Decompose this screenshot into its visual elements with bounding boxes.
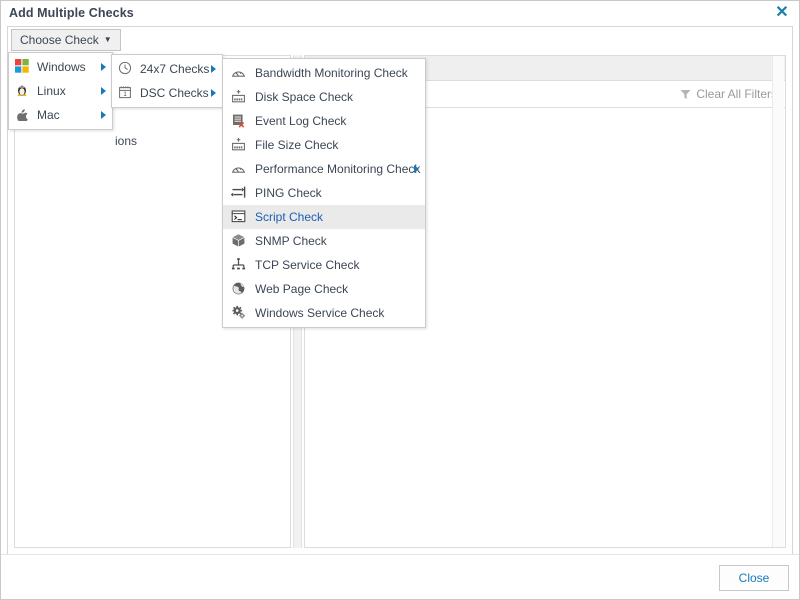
grid-vertical-scrollbar[interactable]: [772, 56, 784, 547]
chevron-right-icon: [414, 165, 419, 173]
chevron-right-icon: [101, 63, 106, 71]
menu-item-label: Performance Monitoring Check: [255, 162, 421, 176]
menu-item-label: 24x7 Checks: [140, 62, 210, 76]
menu-item-file-size-check[interactable]: File Size Check: [223, 133, 425, 157]
menu-item-label: Script Check: [255, 210, 324, 224]
menu-item-event-log-check[interactable]: Event Log Check: [223, 109, 425, 133]
clock-icon: [118, 61, 134, 77]
menu-item-label: File Size Check: [255, 138, 339, 152]
menu-item-label: Event Log Check: [255, 114, 347, 128]
console-icon: [231, 209, 247, 225]
choose-check-label: Choose Check: [20, 33, 99, 47]
menu-item-ping-check[interactable]: PING Check: [223, 181, 425, 205]
menu-item-linux[interactable]: Linux: [9, 79, 112, 103]
menu-item-label: DSC Checks: [140, 86, 209, 100]
dialog-toolbar: Choose Check ▼: [8, 27, 792, 53]
menu-item-windows-service-check[interactable]: Windows Service Check: [223, 301, 425, 325]
close-x-icon[interactable]: ✕: [773, 4, 791, 22]
file-size-icon: [231, 137, 247, 153]
dialog-title: Add Multiple Checks: [9, 6, 134, 20]
globe-icon: [231, 281, 247, 297]
close-button[interactable]: Close: [719, 565, 789, 591]
clear-all-filters-label: Clear All Filters: [696, 87, 777, 101]
menu-item-label: SNMP Check: [255, 234, 327, 248]
menu-item-label: Bandwidth Monitoring Check: [255, 66, 408, 80]
menu-item-label: Windows Service Check: [255, 306, 385, 320]
funnel-icon: [680, 89, 691, 100]
box-icon: [231, 233, 247, 249]
menu-item-script-check[interactable]: Script Check: [223, 205, 425, 229]
menu-item-24x7-checks[interactable]: 24x7 Checks: [112, 57, 222, 81]
disk-plus-icon: [231, 89, 247, 105]
menu-item-disk-space-check[interactable]: Disk Space Check: [223, 85, 425, 109]
windows-logo-icon: [15, 59, 31, 75]
menu-item-label: Disk Space Check: [255, 90, 354, 104]
chevron-right-icon: [101, 87, 106, 95]
menu-check-category[interactable]: 24x7 Checks 1 DSC Checks: [111, 54, 223, 108]
menu-item-label: TCP Service Check: [255, 258, 360, 272]
dialog-titlebar: Add Multiple Checks ✕: [1, 1, 799, 26]
menu-item-label: Mac: [37, 108, 60, 122]
menu-item-snmp-check[interactable]: SNMP Check: [223, 229, 425, 253]
chevron-down-icon: ▼: [103, 35, 112, 44]
menu-item-windows[interactable]: Windows: [9, 55, 112, 79]
chevron-right-icon: [101, 111, 106, 119]
dialog-footer: Close: [1, 554, 799, 599]
menu-item-mac[interactable]: Mac: [9, 103, 112, 127]
menu-item-label: PING Check: [255, 186, 322, 200]
clear-all-filters-button[interactable]: Clear All Filters: [680, 85, 777, 103]
menu-item-label: Windows: [37, 60, 86, 74]
event-log-icon: [231, 113, 247, 129]
menu-platform[interactable]: Windows Linux Mac: [8, 52, 113, 130]
ping-arrows-icon: [231, 185, 247, 201]
menu-item-tcp-service-check[interactable]: TCP Service Check: [223, 253, 425, 277]
menu-check-types[interactable]: Bandwidth Monitoring Check Disk Space Ch…: [222, 58, 426, 328]
gauge-icon: [231, 65, 247, 81]
chevron-right-icon: [211, 65, 216, 73]
network-node-icon: [231, 257, 247, 273]
menu-item-dsc-checks[interactable]: 1 DSC Checks: [112, 81, 222, 105]
choose-check-button[interactable]: Choose Check ▼: [11, 29, 121, 51]
chevron-right-icon: [211, 89, 216, 97]
menu-item-performance-monitoring-check[interactable]: Performance Monitoring Check: [223, 157, 425, 181]
menu-item-label: Linux: [37, 84, 66, 98]
gears-icon: [231, 305, 247, 321]
calendar-icon: 1: [118, 85, 134, 101]
left-panel-partial-label: ions: [115, 134, 138, 148]
linux-penguin-icon: [15, 83, 31, 99]
apple-logo-icon: [15, 107, 31, 123]
gauge-icon: [231, 161, 247, 177]
menu-item-label: Web Page Check: [255, 282, 349, 296]
menu-item-bandwidth-monitoring-check[interactable]: Bandwidth Monitoring Check: [223, 61, 425, 85]
add-multiple-checks-dialog: Add Multiple Checks ✕ Choose Check ▼ ions: [0, 0, 800, 600]
menu-item-web-page-check[interactable]: Web Page Check: [223, 277, 425, 301]
